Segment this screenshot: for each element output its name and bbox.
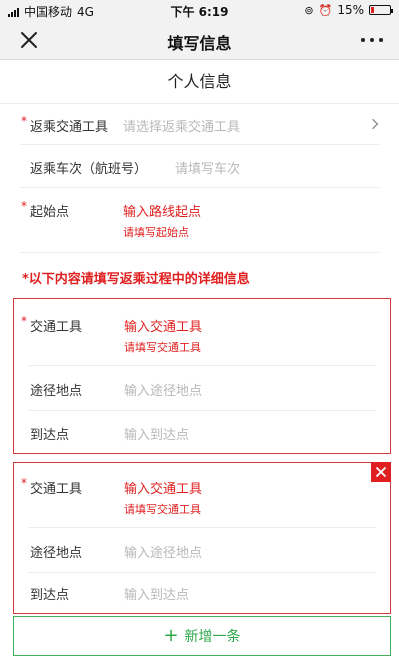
start-point-error: 请填写起始点: [123, 226, 189, 239]
transport-input[interactable]: 输入交通工具: [124, 316, 202, 335]
return-transport-label-text: 返乘交通工具: [30, 120, 109, 135]
via-input[interactable]: 输入途径地点: [124, 380, 202, 399]
nav-bar: 填写信息: [0, 20, 399, 60]
arrival-row: 到达点 输入到达点: [20, 411, 384, 453]
start-point-row: * 起始点 输入路线起点 请填写起始点: [20, 188, 383, 252]
transport-label: * 交通工具: [21, 476, 83, 497]
transport-label-text: 交通工具: [30, 320, 83, 335]
add-item-label: 新增一条: [184, 629, 241, 645]
transport-card: * 交通工具 输入交通工具 请填写交通工具 途径地点 输入途径地点 到达点 输入…: [13, 462, 391, 614]
start-point-label-text: 起始点: [30, 205, 70, 220]
transport-row: * 交通工具 输入交通工具 请填写交通工具: [20, 463, 384, 527]
arrival-row: 到达点 输入到达点: [20, 573, 384, 613]
chevron-right-icon: [372, 118, 379, 130]
return-transport-select[interactable]: 请选择返乘交通工具: [123, 116, 240, 135]
return-number-row: 返乘车次（航班号） 请填写车次: [20, 145, 383, 187]
arrival-label: 到达点: [30, 428, 70, 443]
return-transport-row[interactable]: * 返乘交通工具 请选择返乘交通工具: [20, 104, 383, 144]
required-mark: *: [21, 476, 27, 490]
return-transport-label: * 返乘交通工具: [21, 114, 109, 135]
arrival-label: 到达点: [30, 588, 70, 603]
transport-card: * 交通工具 输入交通工具 请填写交通工具 途径地点 输入途径地点 到达点 输入…: [13, 298, 391, 454]
required-mark: *: [21, 199, 27, 213]
battery-percent: 15%: [337, 3, 364, 17]
transport-error: 请填写交通工具: [124, 503, 201, 516]
status-bar: 中国移动 4G 下午 6:19 ⊚ ⏰ 15%: [0, 0, 399, 20]
required-mark: *: [21, 314, 27, 328]
transport-error: 请填写交通工具: [124, 341, 201, 354]
via-label: 途径地点: [30, 546, 83, 561]
divider: [20, 252, 379, 253]
battery-fill: [371, 7, 374, 13]
status-right: ⊚ ⏰ 15%: [304, 3, 393, 17]
start-point-input[interactable]: 输入路线起点: [123, 201, 201, 220]
return-number-input[interactable]: 请填写车次: [175, 158, 240, 177]
transport-label-text: 交通工具: [30, 482, 83, 497]
page-title: 填写信息: [167, 34, 232, 53]
alarm-icon: ⏰: [318, 3, 333, 17]
section-title: 个人信息: [0, 60, 399, 104]
via-row: 途径地点 输入途径地点: [20, 366, 384, 410]
via-label: 途径地点: [30, 384, 83, 399]
notice-text: *以下内容请填写返乘过程中的详细信息: [22, 272, 250, 287]
add-item-button[interactable]: + 新增一条: [13, 616, 391, 656]
orientation-lock-icon: ⊚: [304, 3, 314, 17]
via-row: 途径地点 输入途径地点: [20, 528, 384, 572]
transport-input[interactable]: 输入交通工具: [124, 478, 202, 497]
via-input[interactable]: 输入途径地点: [124, 542, 202, 561]
start-point-label: * 起始点: [21, 199, 70, 220]
more-icon[interactable]: [361, 30, 383, 50]
arrival-input[interactable]: 输入到达点: [124, 424, 189, 443]
battery-icon: [369, 5, 393, 15]
plus-icon: +: [163, 625, 179, 646]
return-number-label: 返乘车次（航班号）: [30, 162, 148, 177]
transport-row: * 交通工具 输入交通工具 请填写交通工具: [20, 299, 384, 365]
transport-label: * 交通工具: [21, 314, 83, 335]
arrival-input[interactable]: 输入到达点: [124, 584, 189, 603]
required-mark: *: [21, 114, 27, 128]
